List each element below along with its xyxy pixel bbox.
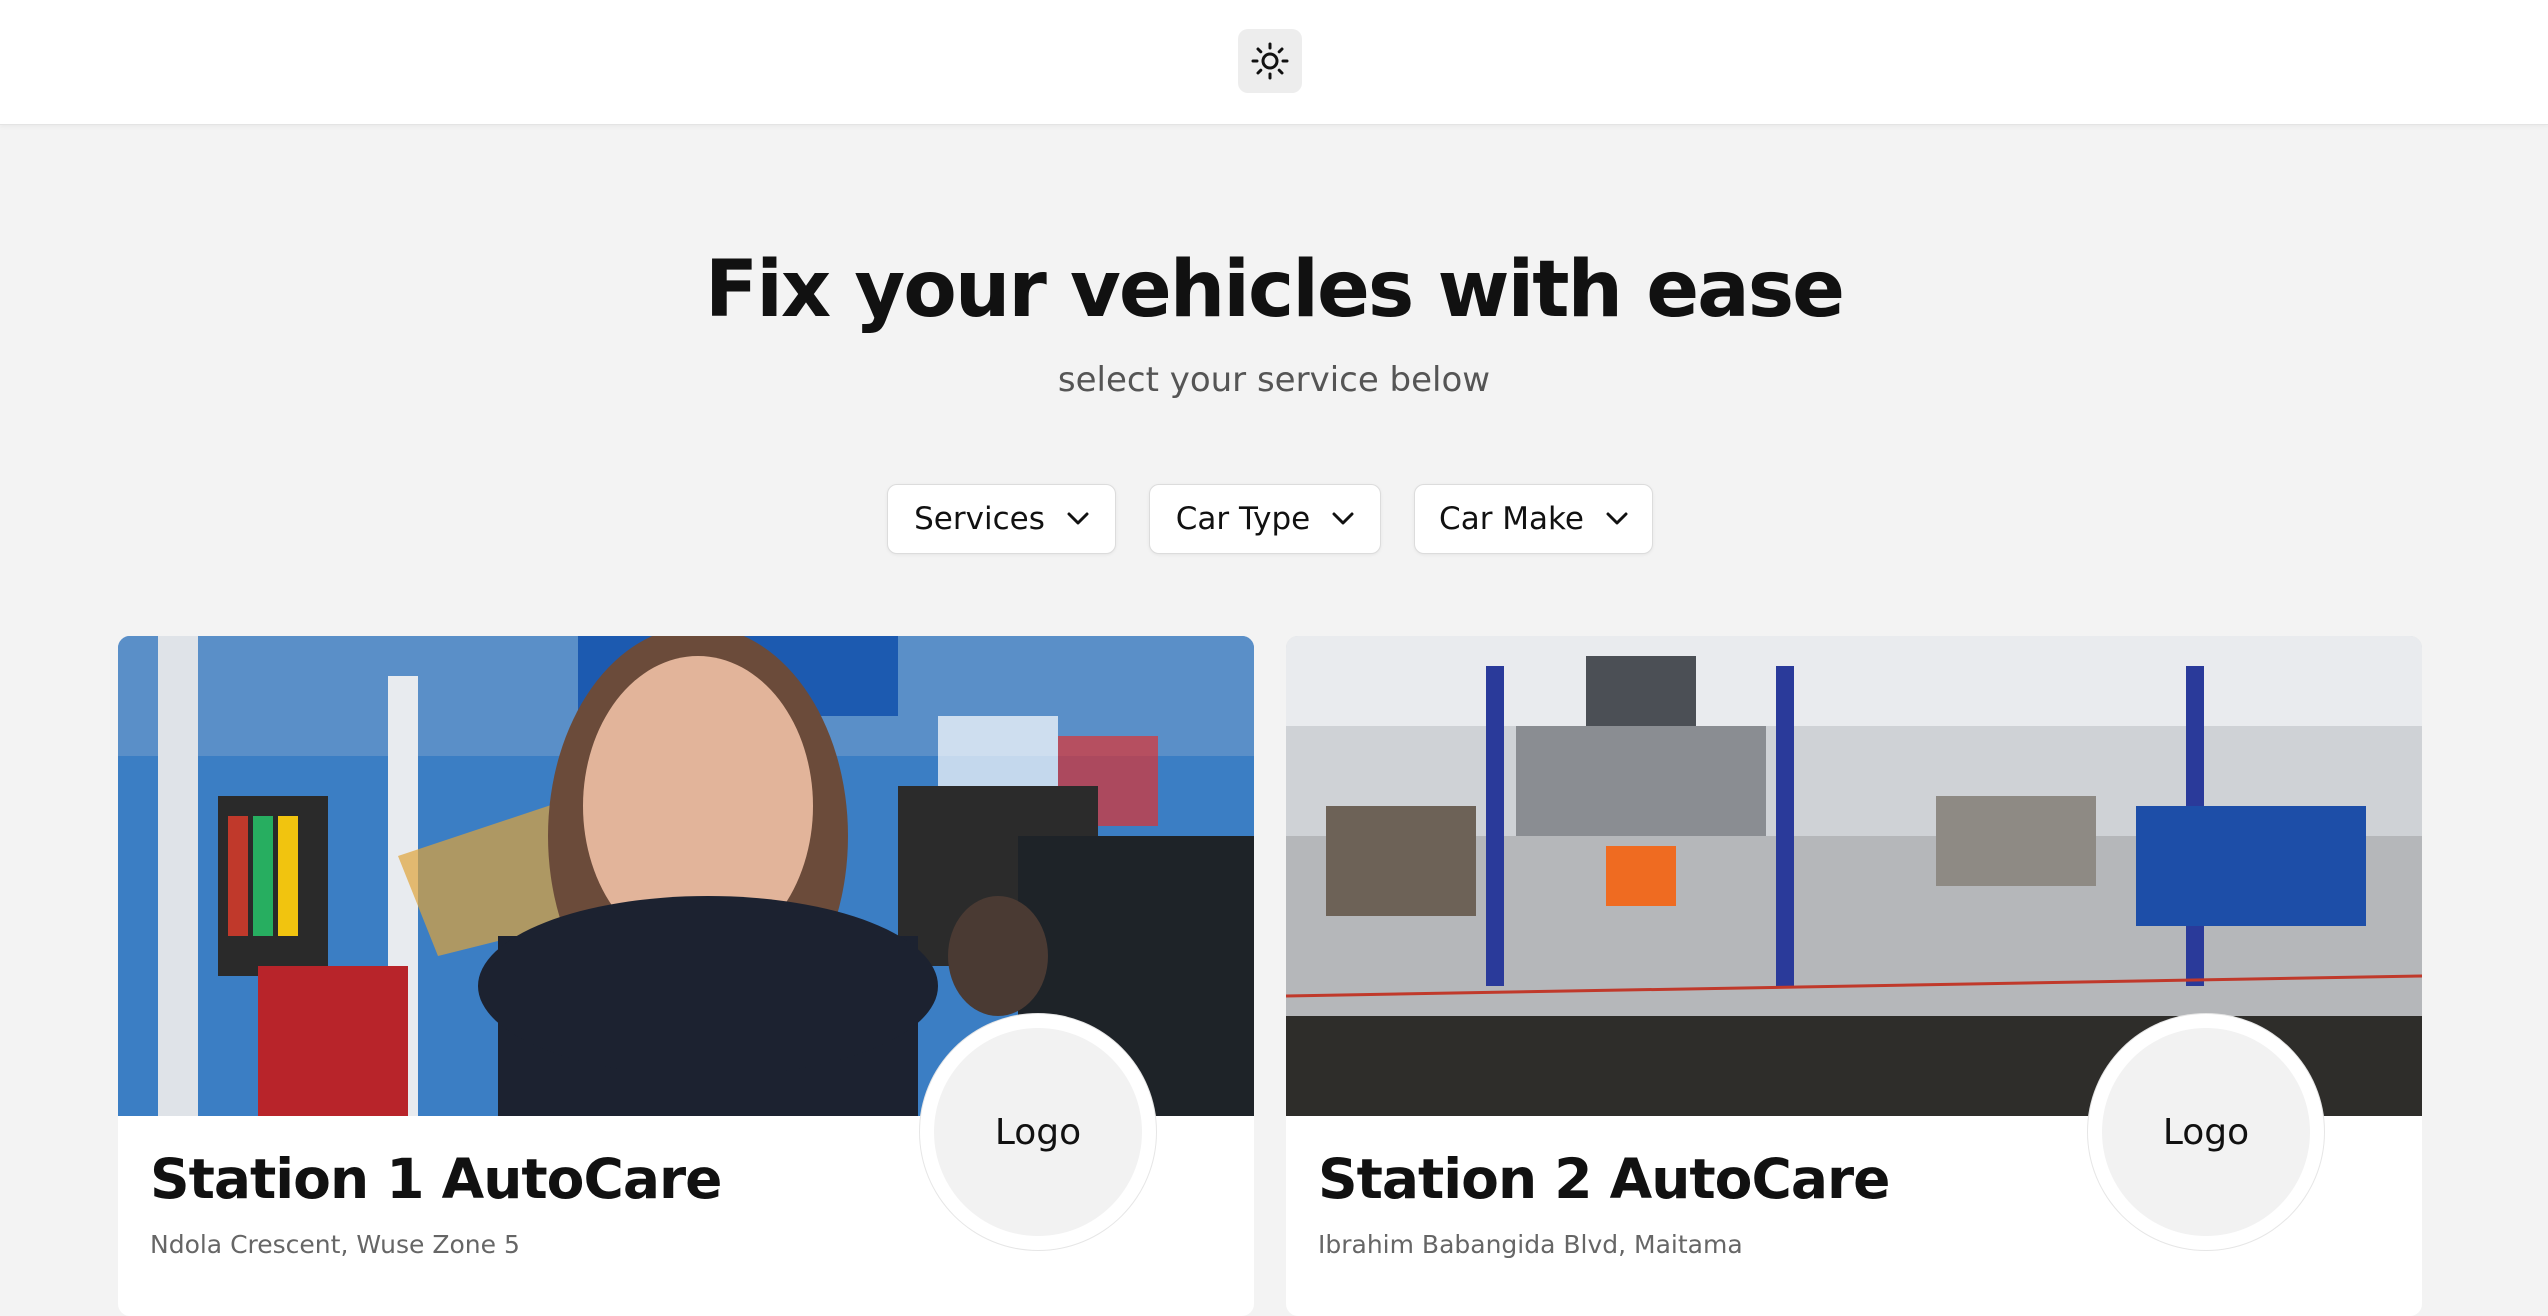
services-dropdown-label: Services xyxy=(914,501,1045,537)
station-logo: Logo xyxy=(920,1014,1156,1250)
station-name: Station 2 AutoCare xyxy=(1318,1147,1890,1211)
services-dropdown[interactable]: Services xyxy=(887,484,1116,554)
station-card[interactable]: Logo Station 1 AutoCare xyxy=(118,636,1254,1316)
car-type-dropdown[interactable]: Car Type xyxy=(1149,484,1381,554)
theme-toggle-button[interactable] xyxy=(1238,29,1302,93)
chevron-down-icon xyxy=(1606,512,1628,525)
car-type-dropdown-label: Car Type xyxy=(1175,501,1311,537)
station-address: Ibrahim Babangida Blvd, Maitama xyxy=(1318,1230,1743,1259)
station-logo: Logo xyxy=(2088,1014,2324,1250)
car-make-dropdown[interactable]: Car Make xyxy=(1414,484,1653,554)
station-name: Station 1 AutoCare xyxy=(150,1147,722,1211)
logo-placeholder: Logo xyxy=(934,1028,1142,1236)
station-address: Ndola Crescent, Wuse Zone 5 xyxy=(150,1230,520,1259)
sun-icon xyxy=(1251,42,1289,80)
chevron-down-icon xyxy=(1067,512,1089,525)
hero-title: Fix your vehicles with ease xyxy=(704,245,1845,335)
car-make-dropdown-label: Car Make xyxy=(1439,501,1584,537)
logo-placeholder: Logo xyxy=(2102,1028,2310,1236)
station-card[interactable]: Logo Station 2 AutoCare xyxy=(1286,636,2422,1316)
hero-subtitle: select your service below xyxy=(1057,360,1491,400)
top-bar xyxy=(0,0,2548,125)
chevron-down-icon xyxy=(1332,512,1354,525)
filter-bar: Services Car Type Car Make xyxy=(0,484,2548,556)
